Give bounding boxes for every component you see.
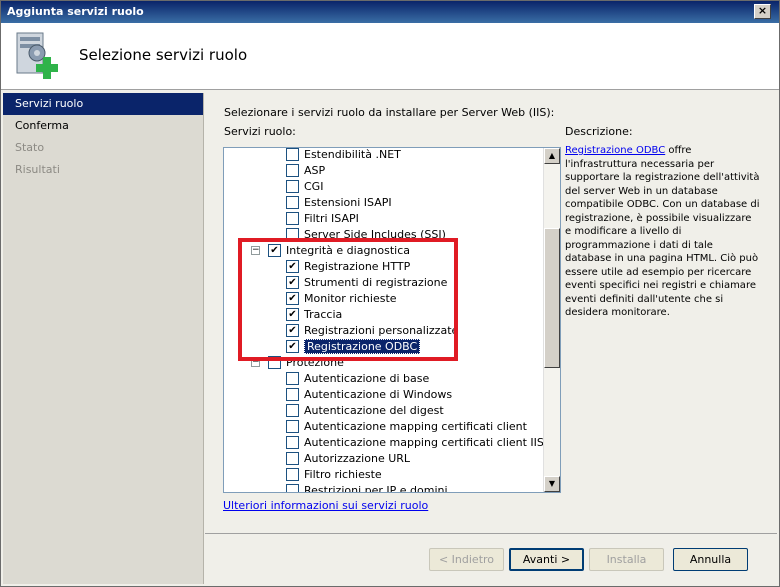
tree-row-label: Autorizzazione URL	[304, 452, 411, 465]
window-title: Aggiunta servizi ruolo	[7, 5, 144, 18]
tree-row[interactable]: Autorizzazione URL	[224, 451, 542, 467]
tree-row-label: Autenticazione del digest	[304, 404, 444, 417]
step-conferma[interactable]: Conferma	[3, 115, 203, 137]
tree-row-label: Estensioni ISAPI	[304, 196, 392, 209]
tree-checkbox[interactable]	[286, 388, 299, 401]
tree-checkbox[interactable]	[286, 420, 299, 433]
tree-row-label: Autenticazione mapping certificati clien…	[304, 436, 544, 449]
tree-row[interactable]: Restrizioni per IP e domini	[224, 483, 542, 493]
description-text: Registrazione ODBC offre l'infrastruttur…	[565, 144, 760, 320]
dialog-window: Aggiunta servizi ruolo × Selezione servi…	[0, 0, 780, 587]
tree-checkbox[interactable]	[286, 164, 299, 177]
wizard-header: Selezione servizi ruolo	[1, 23, 779, 90]
tree-row[interactable]: Autenticazione mapping certificati clien…	[224, 435, 544, 451]
page-title: Selezione servizi ruolo	[79, 46, 248, 64]
scroll-up-button[interactable]: ▲	[544, 148, 560, 164]
tree-checkbox[interactable]	[286, 212, 299, 225]
tree-row-label: Restrizioni per IP e domini	[304, 484, 448, 493]
close-icon: ×	[757, 4, 768, 17]
tree-row-label: Autenticazione mapping certificati clien…	[304, 420, 527, 433]
tree-checkbox[interactable]	[286, 436, 299, 449]
tree-row[interactable]: Autenticazione del digest	[224, 403, 542, 419]
tree-row-label: Filtri ISAPI	[304, 212, 359, 225]
wizard-steps: Servizi ruolo Conferma Stato Risultati	[3, 93, 204, 584]
tree-row-label: Estendibilità .NET	[304, 148, 401, 161]
tree-row[interactable]: ASP	[224, 163, 542, 179]
tree-row-label: ASP	[304, 164, 326, 177]
install-button[interactable]: Installa	[589, 548, 664, 571]
next-button[interactable]: Avanti >	[509, 548, 584, 571]
tree-checkbox[interactable]	[286, 196, 299, 209]
tree-row[interactable]: Autenticazione mapping certificati clien…	[224, 419, 542, 435]
scroll-down-button[interactable]: ▼	[544, 476, 560, 492]
tree-row[interactable]: Filtri ISAPI	[224, 211, 542, 227]
description-body: offre l'infrastruttura necessaria per su…	[565, 145, 760, 318]
list-label: Servizi ruolo:	[224, 125, 296, 138]
tree-scrollbar[interactable]: ▲ ▼	[543, 148, 560, 492]
tree-row[interactable]: Autenticazione di base	[224, 371, 542, 387]
tree-checkbox[interactable]	[286, 180, 299, 193]
tree-row[interactable]: Estendibilità .NET	[224, 148, 542, 163]
tree-row[interactable]: CGI	[224, 179, 542, 195]
step-servizi-ruolo[interactable]: Servizi ruolo	[3, 93, 203, 115]
tree-checkbox[interactable]	[286, 452, 299, 465]
back-button[interactable]: < Indietro	[429, 548, 504, 571]
tree-checkbox[interactable]	[286, 484, 299, 492]
tree-row-label: Filtro richieste	[304, 468, 382, 481]
more-info-link[interactable]: Ulteriori informazioni sui servizi ruolo	[223, 499, 428, 512]
step-risultati: Risultati	[15, 163, 60, 176]
tree-checkbox[interactable]	[286, 372, 299, 385]
highlight-annotation-box	[238, 238, 458, 361]
instruction-text: Selezionare i servizi ruolo da installar…	[224, 106, 555, 119]
step-stato: Stato	[15, 141, 45, 154]
cancel-button[interactable]: Annulla	[673, 548, 748, 571]
tree-checkbox[interactable]	[286, 468, 299, 481]
tree-row-label: Autenticazione di Windows	[304, 388, 453, 401]
server-add-icon	[16, 32, 58, 79]
tree-checkbox[interactable]	[286, 404, 299, 417]
description-label: Descrizione:	[565, 125, 633, 138]
footer-separator	[205, 533, 777, 534]
tree-row-label: CGI	[304, 180, 324, 193]
tree-row[interactable]: Autenticazione di Windows	[224, 387, 542, 403]
close-button[interactable]: ×	[754, 4, 771, 19]
tree-row[interactable]: Estensioni ISAPI	[224, 195, 542, 211]
title-bar: Aggiunta servizi ruolo ×	[1, 1, 779, 23]
tree-row[interactable]: Filtro richieste	[224, 467, 542, 483]
main-content: Selezionare i servizi ruolo da installar…	[205, 93, 777, 584]
scroll-thumb[interactable]	[544, 228, 560, 368]
tree-checkbox[interactable]	[286, 148, 299, 161]
tree-row-label: Autenticazione di base	[304, 372, 430, 385]
description-link[interactable]: Registrazione ODBC	[565, 145, 665, 156]
